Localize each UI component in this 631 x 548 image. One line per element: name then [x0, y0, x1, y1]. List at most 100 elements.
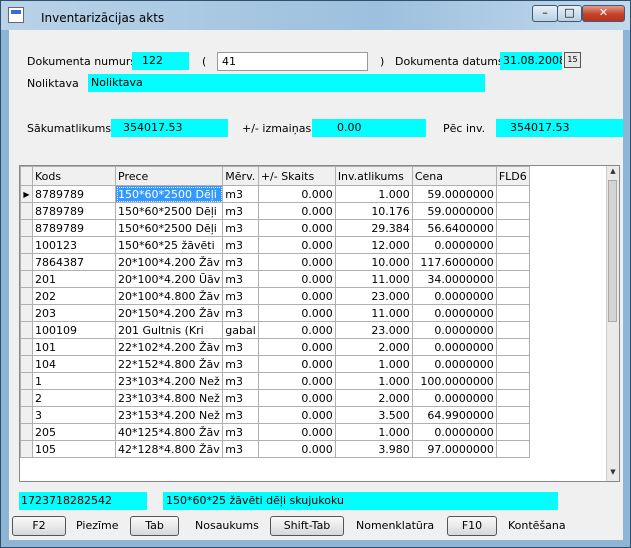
cell-skaits[interactable]: 0.000: [257, 202, 336, 220]
cell-prece[interactable]: 150*60*2500 Dēļi: [114, 219, 224, 237]
row-indicator[interactable]: [20, 270, 33, 288]
cell-fld6[interactable]: [495, 372, 530, 390]
cell-kods[interactable]: 202: [32, 287, 116, 305]
cell-cena[interactable]: 59.0000000: [411, 185, 497, 203]
cell-fld6[interactable]: [495, 185, 530, 203]
cell-cena[interactable]: 0.0000000: [411, 423, 497, 441]
current-row-indicator-icon[interactable]: ▶: [20, 185, 33, 203]
cell-inv-atlikums[interactable]: 2.000: [334, 389, 413, 407]
table-row[interactable]: 101 22*102*4.200 Žāv m3 0.000 2.000 0.0000000: [20, 338, 530, 356]
cell-merv[interactable]: m3: [222, 253, 259, 271]
row-indicator[interactable]: [20, 253, 33, 271]
cell-fld6[interactable]: [495, 389, 530, 407]
vertical-scrollbar[interactable]: ▲ ▼: [606, 166, 619, 481]
scroll-down-icon[interactable]: ▼: [607, 468, 619, 480]
cell-merv[interactable]: m3: [222, 304, 259, 322]
tab-button[interactable]: Tab: [130, 516, 179, 536]
cell-merv[interactable]: m3: [222, 219, 259, 237]
cell-cena[interactable]: 59.0000000: [411, 202, 497, 220]
f10-button[interactable]: F10: [447, 516, 497, 536]
cell-kods[interactable]: 205: [32, 423, 116, 441]
cell-merv[interactable]: m3: [222, 185, 259, 203]
table-row[interactable]: 205 40*125*4.800 Žāv m3 0.000 1.000 0.0000000: [20, 423, 530, 441]
cell-inv-atlikums[interactable]: 11.000: [334, 270, 413, 288]
cell-cena[interactable]: 0.0000000: [411, 236, 497, 254]
cell-cena[interactable]: 100.0000000: [411, 372, 497, 390]
cell-kods[interactable]: 1: [32, 372, 116, 390]
cell-skaits[interactable]: 0.000: [257, 389, 336, 407]
doc-date-field[interactable]: 31.08.2008: [500, 52, 562, 70]
table-row[interactable]: 100123 150*60*25 žāvēti m3 0.000 12.000 0.000…: [20, 236, 530, 254]
table-row[interactable]: 7864387 20*100*4.200 Žāv m3 0.000 10.000 117.…: [20, 253, 530, 271]
row-indicator[interactable]: [20, 321, 33, 339]
cell-prece[interactable]: 20*150*4.200 Žāv: [114, 304, 224, 322]
cell-prece[interactable]: 23*103*4.800 Než: [114, 389, 224, 407]
cell-merv[interactable]: m3: [222, 406, 259, 424]
cell-skaits[interactable]: 0.000: [257, 304, 336, 322]
after-inventory-field[interactable]: 354017.53: [496, 119, 623, 137]
cell-prece[interactable]: 150*60*25 žāvēti: [114, 236, 224, 254]
row-indicator[interactable]: [20, 202, 33, 220]
cell-fld6[interactable]: [495, 304, 530, 322]
cell-prece[interactable]: 150*60*2500 Dēļi: [114, 185, 224, 203]
cell-cena[interactable]: 97.0000000: [411, 440, 497, 458]
table-row[interactable]: 8789789 150*60*2500 Dēļi m3 0.000 10.176 59.0…: [20, 202, 530, 220]
cell-skaits[interactable]: 0.000: [257, 355, 336, 373]
cell-cena[interactable]: 0.0000000: [411, 304, 497, 322]
cell-inv-atlikums[interactable]: 3.980: [334, 440, 413, 458]
cell-kods[interactable]: 100109: [32, 321, 116, 339]
cell-inv-atlikums[interactable]: 1.000: [334, 423, 413, 441]
cell-kods[interactable]: 7864387: [32, 253, 116, 271]
start-balance-field[interactable]: 354017.53: [111, 119, 228, 137]
cell-fld6[interactable]: [495, 440, 530, 458]
table-row[interactable]: 201 20*100*4.200 Ūāv m3 0.000 11.000 34.00000…: [20, 270, 530, 288]
row-indicator[interactable]: [20, 406, 33, 424]
row-indicator[interactable]: [20, 423, 33, 441]
cell-skaits[interactable]: 0.000: [257, 219, 336, 237]
table-row[interactable]: 105 42*128*4.800 Žāv m3 0.000 3.980 97.000000…: [20, 440, 530, 458]
cell-prece[interactable]: 23*103*4.200 Než: [114, 372, 224, 390]
change-field[interactable]: 0.00: [312, 119, 426, 137]
cell-prece[interactable]: 22*102*4.200 Žāv: [114, 338, 224, 356]
cell-merv[interactable]: m3: [222, 389, 259, 407]
cell-prece[interactable]: 20*100*4.800 Žāv: [114, 287, 224, 305]
cell-cena[interactable]: 0.0000000: [411, 389, 497, 407]
cell-skaits[interactable]: 0.000: [257, 423, 336, 441]
cell-merv[interactable]: gabal: [222, 321, 259, 339]
maximize-button[interactable]: □: [557, 5, 582, 22]
row-indicator[interactable]: [20, 355, 33, 373]
row-indicator[interactable]: [20, 287, 33, 305]
cell-skaits[interactable]: 0.000: [257, 406, 336, 424]
cell-fld6[interactable]: [495, 406, 530, 424]
col-header-cena[interactable]: Cena: [411, 166, 497, 186]
cell-inv-atlikums[interactable]: 2.000: [334, 338, 413, 356]
cell-fld6[interactable]: [495, 270, 530, 288]
col-header-inv-atlikums[interactable]: Inv.atlikums: [334, 166, 413, 186]
cell-fld6[interactable]: [495, 338, 530, 356]
cell-prece[interactable]: 150*60*2500 Dēļi: [114, 202, 224, 220]
table-row[interactable]: 203 20*150*4.200 Žāv m3 0.000 11.000 0.000000…: [20, 304, 530, 322]
cell-fld6[interactable]: [495, 202, 530, 220]
cell-kods[interactable]: 8789789: [32, 219, 116, 237]
cell-prece[interactable]: 22*152*4.800 Žāv: [114, 355, 224, 373]
col-header-skaits[interactable]: +/- Skaits: [257, 166, 336, 186]
cell-kods[interactable]: 8789789: [32, 185, 116, 203]
cell-skaits[interactable]: 0.000: [257, 287, 336, 305]
cell-cena[interactable]: 117.6000000: [411, 253, 497, 271]
cell-inv-atlikums[interactable]: 3.500: [334, 406, 413, 424]
cell-inv-atlikums[interactable]: 10.176: [334, 202, 413, 220]
cell-prece[interactable]: 201 Gultnis (Kri: [114, 321, 224, 339]
close-button[interactable]: ✕: [582, 5, 625, 22]
cell-cena[interactable]: 0.0000000: [411, 355, 497, 373]
col-header-merv[interactable]: Mērv.: [222, 166, 259, 186]
cell-kods[interactable]: 100123: [32, 236, 116, 254]
cell-kods[interactable]: 101: [32, 338, 116, 356]
cell-kods[interactable]: 201: [32, 270, 116, 288]
cell-fld6[interactable]: [495, 321, 530, 339]
cell-kods[interactable]: 8789789: [32, 202, 116, 220]
cell-cena[interactable]: 34.0000000: [411, 270, 497, 288]
cell-prece[interactable]: 20*100*4.200 Žāv: [114, 253, 224, 271]
cell-inv-atlikums[interactable]: 12.000: [334, 236, 413, 254]
cell-prece[interactable]: 23*153*4.200 Než: [114, 406, 224, 424]
cell-skaits[interactable]: 0.000: [257, 321, 336, 339]
